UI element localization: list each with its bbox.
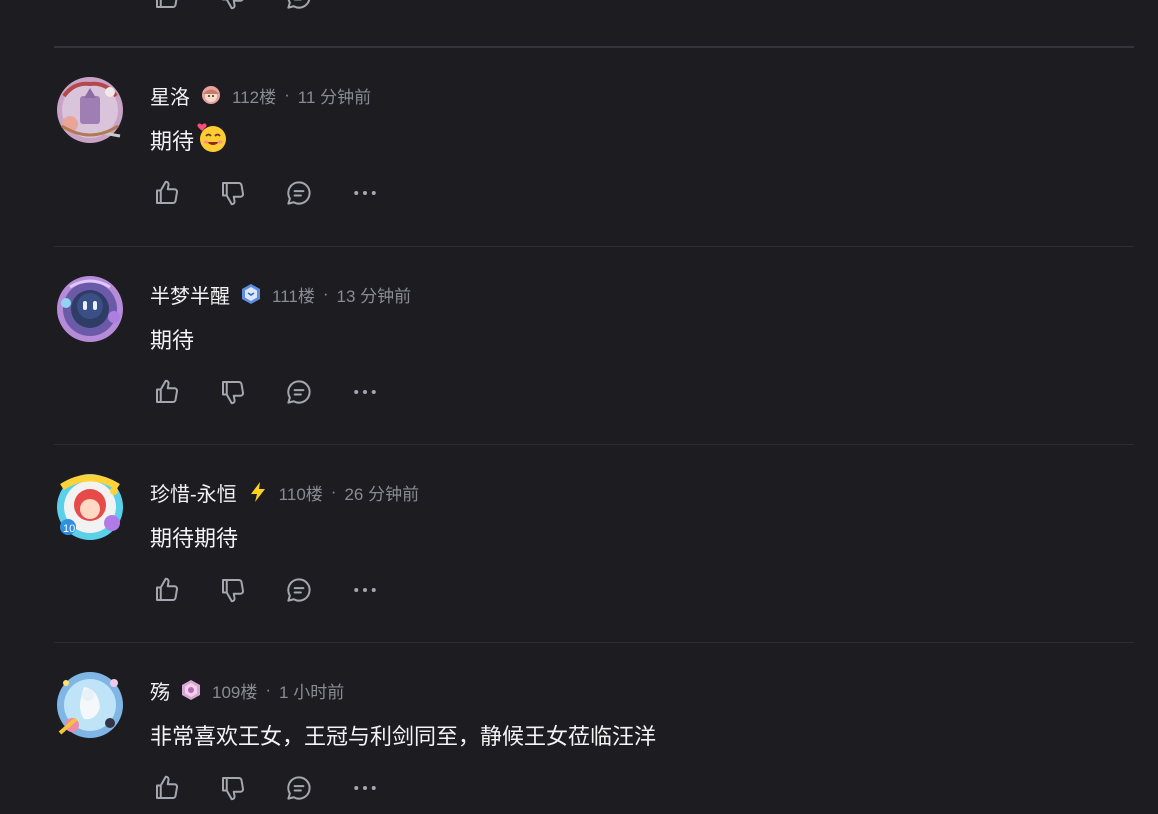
username[interactable]: 殇 — [150, 676, 170, 705]
comment-actions — [150, 176, 1110, 210]
timestamp: 26 分钟前 — [344, 484, 420, 504]
reply-icon — [287, 181, 311, 205]
reply-icon — [287, 578, 311, 602]
thumbs-down-icon — [222, 777, 244, 801]
thumbs-up-button[interactable] — [150, 573, 184, 607]
avatar[interactable] — [54, 669, 124, 739]
thumbs-down-button[interactable] — [216, 0, 250, 14]
comment-body: 殇 109楼 · 1 小时前 非常喜欢王女，王冠与利剑同至，静候王女莅临汪洋 — [150, 677, 1110, 805]
divider — [54, 444, 1134, 445]
username[interactable]: 半梦半醒 — [150, 280, 230, 309]
thumbs-up-button[interactable] — [150, 771, 184, 805]
thumbs-up-icon — [156, 379, 178, 403]
lightning-badge-icon — [247, 481, 269, 503]
avatar-frame-icon: 10 — [57, 474, 123, 540]
thumbs-up-button[interactable] — [150, 176, 184, 210]
more-button[interactable] — [348, 771, 382, 805]
reply-button[interactable] — [282, 771, 316, 805]
comment-text: 非常喜欢王女，王冠与利剑同至，静候王女莅临汪洋 — [150, 724, 657, 749]
floor-number: 109楼 — [212, 682, 258, 702]
comment-body: 星洛 112楼 · 11 分钟前 期待 — [150, 82, 1110, 210]
thumbs-down-icon — [222, 0, 244, 10]
comment-body: 半梦半醒 111楼 · 13 分钟前 期待 — [150, 281, 1110, 409]
thumbs-up-button[interactable] — [150, 0, 184, 14]
thumbs-down-button[interactable] — [216, 375, 250, 409]
thumbs-down-button[interactable] — [216, 771, 250, 805]
timestamp: 1 小时前 — [279, 682, 345, 702]
comment-text: 期待 — [150, 328, 195, 353]
reply-icon — [287, 776, 311, 800]
comment-content: 非常喜欢王女，王冠与利剑同至，静候王女莅临汪洋 — [150, 719, 1110, 751]
avatar-frame-icon — [57, 672, 123, 738]
divider — [54, 246, 1134, 247]
avatar[interactable]: 10 — [54, 471, 124, 541]
reply-button[interactable] — [282, 375, 316, 409]
comment-text: 期待期待 — [150, 526, 239, 551]
thumbs-down-icon — [222, 579, 244, 603]
comment-actions — [150, 375, 1110, 409]
comment-actions — [150, 771, 1110, 805]
thumbs-down-button[interactable] — [216, 573, 250, 607]
more-button[interactable] — [348, 573, 382, 607]
more-button[interactable] — [348, 176, 382, 210]
avatar-frame-icon — [57, 77, 123, 143]
thumbs-up-icon — [156, 0, 178, 8]
anime-girl-badge-icon — [200, 84, 222, 106]
floor-number: 112楼 — [232, 87, 277, 107]
comment-meta: 星洛 112楼 · 11 分钟前 — [150, 81, 1110, 110]
thumbs-down-icon — [222, 182, 244, 206]
floor-number: 111楼 — [272, 286, 315, 306]
comment-content: 期待期待 — [150, 521, 1110, 553]
svg-text:10: 10 — [63, 523, 75, 535]
separator: · — [284, 85, 290, 104]
more-icon — [354, 390, 376, 394]
thumbs-down-icon — [222, 381, 244, 405]
comment-content: 期待 — [150, 323, 1110, 355]
thumbs-down-button[interactable] — [216, 176, 250, 210]
timestamp: 11 分钟前 — [297, 87, 372, 107]
more-icon — [354, 191, 376, 195]
avatar[interactable] — [54, 273, 124, 343]
reply-icon — [287, 0, 311, 9]
reply-icon — [287, 380, 311, 404]
comment-text: 期待 — [150, 129, 195, 154]
smiling-face-hearts-icon — [196, 121, 228, 159]
comment-actions — [150, 573, 1110, 607]
avatar-frame-icon — [57, 276, 123, 342]
reply-button[interactable] — [282, 0, 316, 14]
username[interactable]: 星洛 — [150, 81, 190, 110]
divider — [54, 46, 1134, 48]
separator: · — [330, 482, 337, 501]
divider — [54, 642, 1134, 643]
blue-cube-badge-icon — [240, 283, 262, 305]
separator: · — [322, 284, 329, 303]
timestamp: 13 分钟前 — [336, 286, 412, 306]
more-button[interactable] — [348, 375, 382, 409]
thumbs-up-icon — [156, 577, 178, 601]
thumbs-up-button[interactable] — [150, 375, 184, 409]
avatar[interactable] — [54, 74, 124, 144]
reply-button[interactable] — [282, 573, 316, 607]
reply-button[interactable] — [282, 176, 316, 210]
more-icon — [354, 786, 376, 790]
previous-comment-actions — [150, 0, 348, 14]
floor-number: 110楼 — [278, 484, 323, 504]
thumbs-up-icon — [156, 775, 178, 799]
pink-gem-badge-icon — [180, 679, 202, 701]
thumbs-up-icon — [156, 180, 178, 204]
comment-meta: 半梦半醒 111楼 · 13 分钟前 — [150, 280, 1110, 309]
comment-feed: 星洛 112楼 · 11 分钟前 期待 半梦半醒 111楼 · 13 分钟前 期… — [54, 0, 1134, 814]
comment-body: 珍惜-永恒 110楼 · 26 分钟前 期待期待 — [150, 479, 1110, 607]
comment-content: 期待 — [150, 121, 1110, 159]
username[interactable]: 珍惜-永恒 — [150, 478, 237, 507]
comment-meta: 珍惜-永恒 110楼 · 26 分钟前 — [150, 478, 1110, 507]
more-icon — [354, 588, 376, 592]
comment-meta: 殇 109楼 · 1 小时前 — [150, 676, 1110, 705]
separator: · — [265, 680, 272, 699]
